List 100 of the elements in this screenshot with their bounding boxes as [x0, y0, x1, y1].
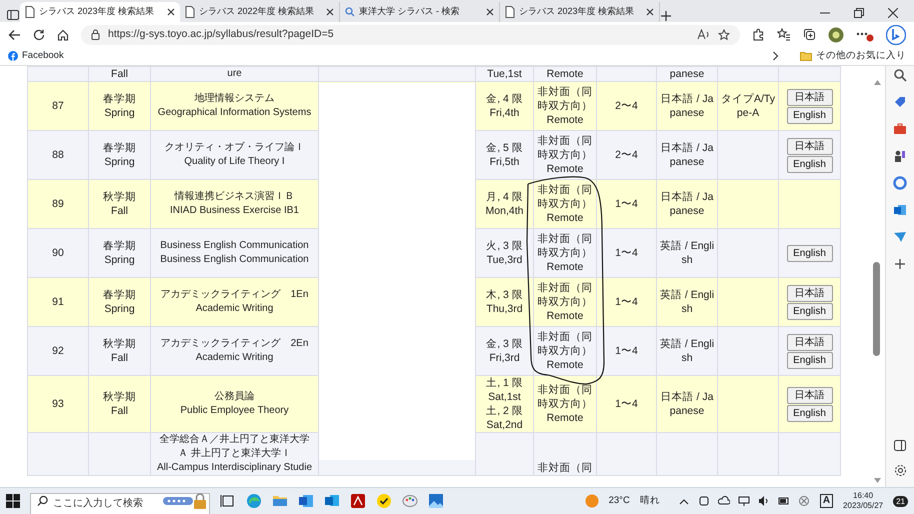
cloud-icon[interactable]	[718, 495, 730, 507]
office-logo-icon[interactable]	[893, 176, 907, 190]
term-text: Fall	[110, 204, 129, 218]
term-text: 秋学期	[102, 190, 137, 204]
paper-plane-icon[interactable]	[893, 230, 907, 244]
settings-icon[interactable]	[894, 464, 906, 477]
syllabus-language-button[interactable]: 日本語	[786, 334, 832, 350]
close-icon[interactable]	[486, 8, 494, 16]
class-mode-text: Remote	[546, 211, 584, 225]
row-number: 93	[52, 398, 64, 410]
syllabus-language-button[interactable]: 日本語	[786, 386, 832, 404]
acrobat-app-icon[interactable]	[350, 493, 366, 509]
photos-app-icon[interactable]	[428, 493, 444, 509]
notification-badge[interactable]: 21	[893, 496, 908, 506]
browser-tab[interactable]: シラバス 2023年度 検索結果	[20, 2, 180, 22]
outlook-app-icon[interactable]	[324, 493, 340, 509]
syllabus-language-button[interactable]: English	[786, 244, 832, 262]
read-aloud-icon[interactable]	[697, 29, 710, 40]
language-text: panese	[668, 67, 706, 81]
restore-icon[interactable]	[854, 8, 864, 18]
tag-icon[interactable]	[893, 95, 907, 109]
home-icon[interactable]	[57, 28, 69, 40]
bing-chat-icon[interactable]	[886, 24, 906, 44]
language-text: 英語 / Engli	[659, 337, 715, 351]
course-title: 公務員論	[214, 390, 256, 404]
clock-date[interactable]: 2023/05/27	[843, 501, 884, 511]
tab-actions-icon[interactable]	[6, 8, 20, 22]
credits-text: 1〜4	[615, 345, 638, 357]
language-text: sh	[680, 302, 694, 316]
search-icon	[345, 7, 355, 17]
plus-icon[interactable]	[893, 257, 907, 271]
checkmark-app-icon[interactable]	[376, 493, 392, 509]
windows-start-icon[interactable]	[6, 494, 20, 508]
scroll-up-arrow-icon[interactable]	[874, 80, 881, 85]
search-icon[interactable]	[893, 68, 907, 82]
tab-title: シラバス 2022年度 検索結果	[199, 5, 316, 18]
language-text: 日本語 / Ja	[660, 92, 714, 106]
chevron-right-icon[interactable]	[772, 51, 779, 61]
syllabus-language-button[interactable]: 日本語	[786, 88, 832, 106]
class-mode-text: 時双方向）	[536, 197, 594, 211]
syllabus-language-button[interactable]: English	[786, 352, 832, 368]
ime-indicator[interactable]: A	[820, 494, 834, 508]
favorites-icon[interactable]	[777, 28, 791, 41]
class-mode-text: 時双方向）	[536, 148, 594, 162]
folder-link[interactable]: その他のお気に入り	[800, 48, 906, 64]
outlook-logo-icon[interactable]	[893, 203, 907, 217]
word-app-icon[interactable]	[298, 493, 314, 509]
row-number: 92	[52, 345, 64, 357]
bookmark-link[interactable]: Facebook	[8, 48, 64, 64]
new-tab-icon[interactable]	[660, 10, 672, 22]
course-title: Geographical Information Systems	[156, 106, 312, 120]
scroll-down-arrow-icon[interactable]	[874, 478, 881, 483]
class-type-text: タイプA/Ty	[720, 92, 776, 106]
language-text: sh	[680, 351, 694, 365]
schedule-text: Tue,3rd	[486, 253, 524, 267]
search-icon	[37, 496, 48, 506]
close-icon[interactable]	[326, 8, 334, 16]
clock-time[interactable]: 16:40	[843, 491, 884, 501]
speaker-icon[interactable]	[758, 495, 770, 507]
facebook-logo-icon	[8, 51, 18, 61]
class-mode-text: 非対面（同	[536, 383, 594, 397]
refresh-icon[interactable]	[33, 28, 45, 40]
close-icon[interactable]	[888, 8, 898, 18]
syllabus-language-button[interactable]: English	[786, 106, 832, 124]
puzzle-icon[interactable]	[752, 28, 765, 41]
scrollbar-thumb[interactable]	[873, 262, 880, 356]
battery-icon[interactable]	[778, 495, 790, 507]
credits-text: 1〜4	[615, 296, 638, 308]
syllabus-language-button[interactable]: 日本語	[786, 284, 832, 302]
syllabus-language-button[interactable]: 日本語	[786, 138, 832, 154]
term-text: Spring	[103, 106, 136, 120]
address-bar[interactable]: https://g-sys.toyo.ac.jp/syllabus/result?pageID=5	[81, 24, 740, 44]
url-text: https://g-sys.toyo.ac.jp/syllabus/result?pageID=5	[108, 26, 335, 42]
course-title: アカデミックライティング 2En	[160, 337, 310, 351]
schedule-text: 月, 4 限	[485, 190, 524, 204]
briefcase-icon[interactable]	[893, 122, 907, 136]
edge-browser-icon[interactable]	[246, 493, 262, 509]
schedule-text: 金, 3 限	[485, 337, 524, 351]
task-view-icon[interactable]	[220, 493, 236, 509]
close-icon[interactable]	[646, 8, 654, 16]
side-panel-icon[interactable]	[894, 440, 906, 451]
back-arrow-icon[interactable]	[8, 28, 21, 40]
page-icon	[25, 6, 35, 18]
close-icon[interactable]	[167, 8, 175, 16]
blocked-circle-icon[interactable]	[798, 495, 810, 507]
syllabus-language-button[interactable]: English	[786, 156, 832, 172]
star-icon[interactable]	[718, 28, 730, 40]
taskbar-search-field[interactable]: ここに入力して検索	[30, 492, 210, 514]
row-number: 87	[52, 100, 64, 112]
schedule-text: Sat,1st	[487, 390, 522, 404]
folder-icon[interactable]	[272, 493, 288, 509]
class-mode-text: Remote	[546, 309, 584, 323]
row-number: 90	[52, 247, 64, 259]
credits-text: 1〜4	[615, 247, 638, 259]
syllabus-language-button[interactable]: English	[786, 302, 832, 320]
course-title: Business English Communication	[159, 239, 310, 253]
paint-palette-icon[interactable]	[402, 493, 418, 509]
syllabus-language-button[interactable]: English	[786, 404, 832, 422]
collections-icon[interactable]	[803, 28, 816, 41]
profile-avatar-icon[interactable]	[828, 26, 844, 42]
